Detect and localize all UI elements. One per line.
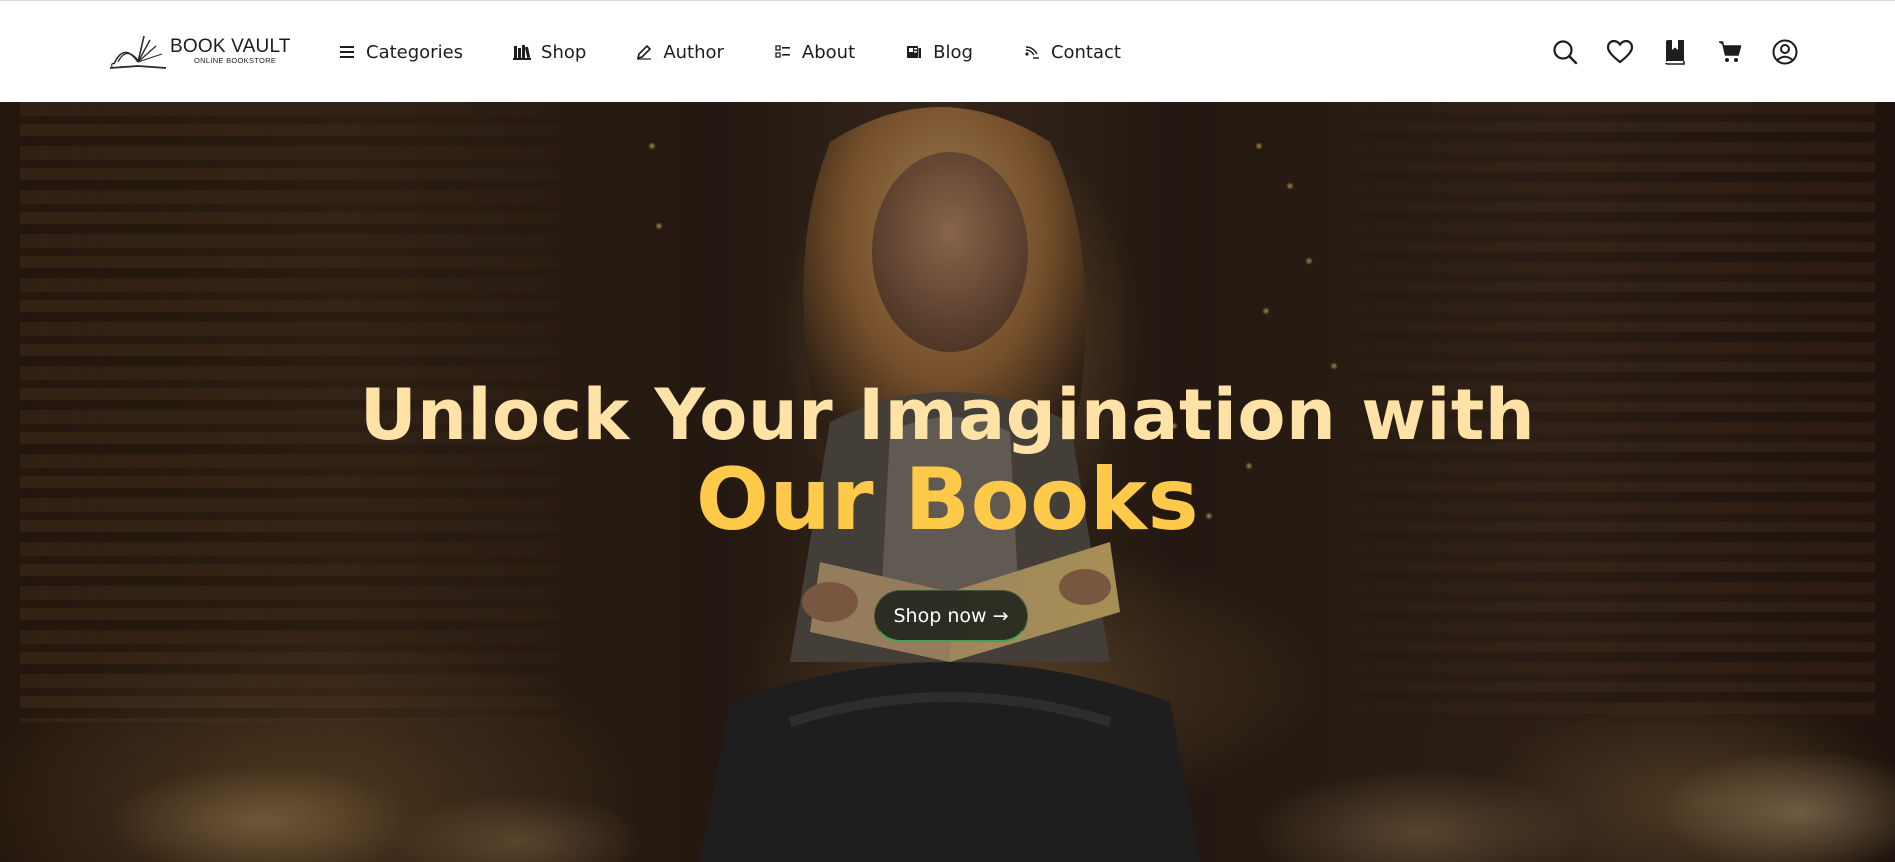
cart-icon[interactable] xyxy=(1716,38,1744,66)
nav-item-shop[interactable]: Shop xyxy=(513,42,586,63)
hero-headline-line1: Unlock Your Imagination with xyxy=(359,374,1536,456)
top-navbar: BOOK VAULT ONLINE BOOKSTORE Categories S… xyxy=(0,0,1895,102)
book-blog-icon xyxy=(905,43,923,61)
nav-label-contact: Contact xyxy=(1050,41,1121,63)
brand-logo[interactable]: BOOK VAULT ONLINE BOOKSTORE xyxy=(108,31,290,73)
nav-item-author[interactable]: Author xyxy=(635,42,724,63)
pen-edit-icon xyxy=(635,43,653,61)
nav-actions xyxy=(1524,1,1799,103)
menu-lines-icon xyxy=(338,43,356,61)
nav-item-about[interactable]: About xyxy=(774,42,855,63)
nav-item-contact[interactable]: Contact xyxy=(1023,42,1121,63)
user-circle-icon[interactable] xyxy=(1771,38,1799,66)
nav-label-shop: Shop xyxy=(541,41,587,63)
nav-label-author: Author xyxy=(663,41,724,63)
heart-icon[interactable] xyxy=(1606,38,1634,66)
brand-subtitle: ONLINE BOOKSTORE xyxy=(194,56,277,65)
nav-label-categories: Categories xyxy=(366,41,464,63)
nav-label-about: About xyxy=(801,41,856,63)
nav-item-categories[interactable]: Categories xyxy=(338,42,463,63)
hero-banner: Unlock Your Imagination with Our Books S… xyxy=(0,102,1895,862)
bookmark-book-icon[interactable] xyxy=(1661,38,1689,66)
nav-item-blog[interactable]: Blog xyxy=(905,42,973,63)
hero-headline-line2: Our Books xyxy=(695,450,1200,550)
open-book-logo-icon xyxy=(109,35,167,69)
search-icon[interactable] xyxy=(1551,38,1579,66)
books-shelf-icon xyxy=(513,43,532,61)
main-nav: Categories Shop Author About Blog Contac… xyxy=(338,1,1121,103)
nav-label-blog: Blog xyxy=(933,41,973,63)
shop-now-button[interactable]: Shop now → xyxy=(874,590,1028,642)
list-icon xyxy=(774,43,792,61)
brand-title: BOOK VAULT xyxy=(170,36,291,57)
contact-signal-icon xyxy=(1023,43,1041,61)
